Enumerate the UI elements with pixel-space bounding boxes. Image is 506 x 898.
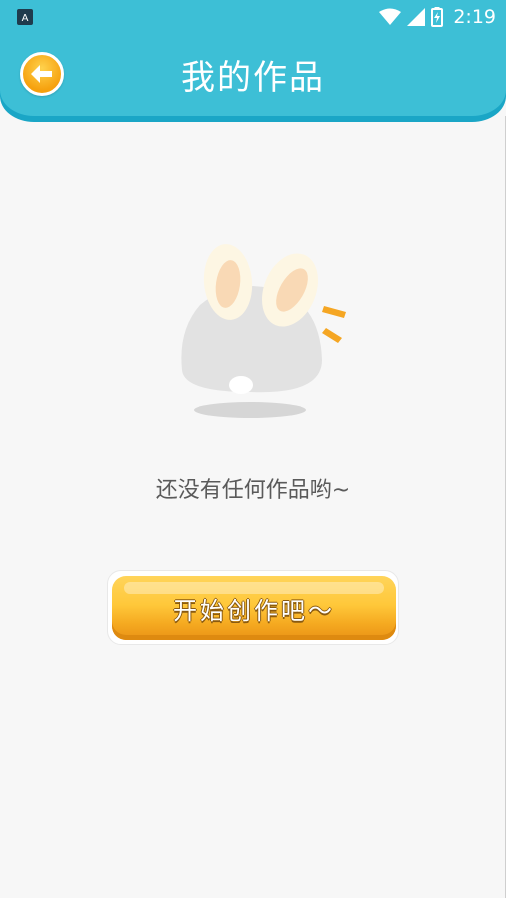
page-title: 我的作品 bbox=[181, 58, 325, 98]
start-button-frame: 开始创作吧～ bbox=[107, 570, 399, 645]
status-bar: A 2:19 bbox=[0, 0, 506, 34]
start-creating-button[interactable]: 开始创作吧～ bbox=[112, 576, 396, 640]
svg-text:A: A bbox=[22, 13, 29, 24]
app-notification-icon: A bbox=[17, 9, 33, 25]
bunny-illustration bbox=[181, 244, 346, 418]
status-time: 2:19 bbox=[453, 6, 496, 28]
empty-state-message: 还没有任何作品哟~ bbox=[155, 478, 351, 503]
start-creating-label: 开始创作吧～ bbox=[173, 596, 335, 625]
battery-charging-icon bbox=[431, 7, 444, 27]
cell-signal-icon bbox=[407, 8, 426, 26]
wifi-icon bbox=[379, 8, 402, 25]
status-icons: 2:19 bbox=[379, 4, 496, 30]
